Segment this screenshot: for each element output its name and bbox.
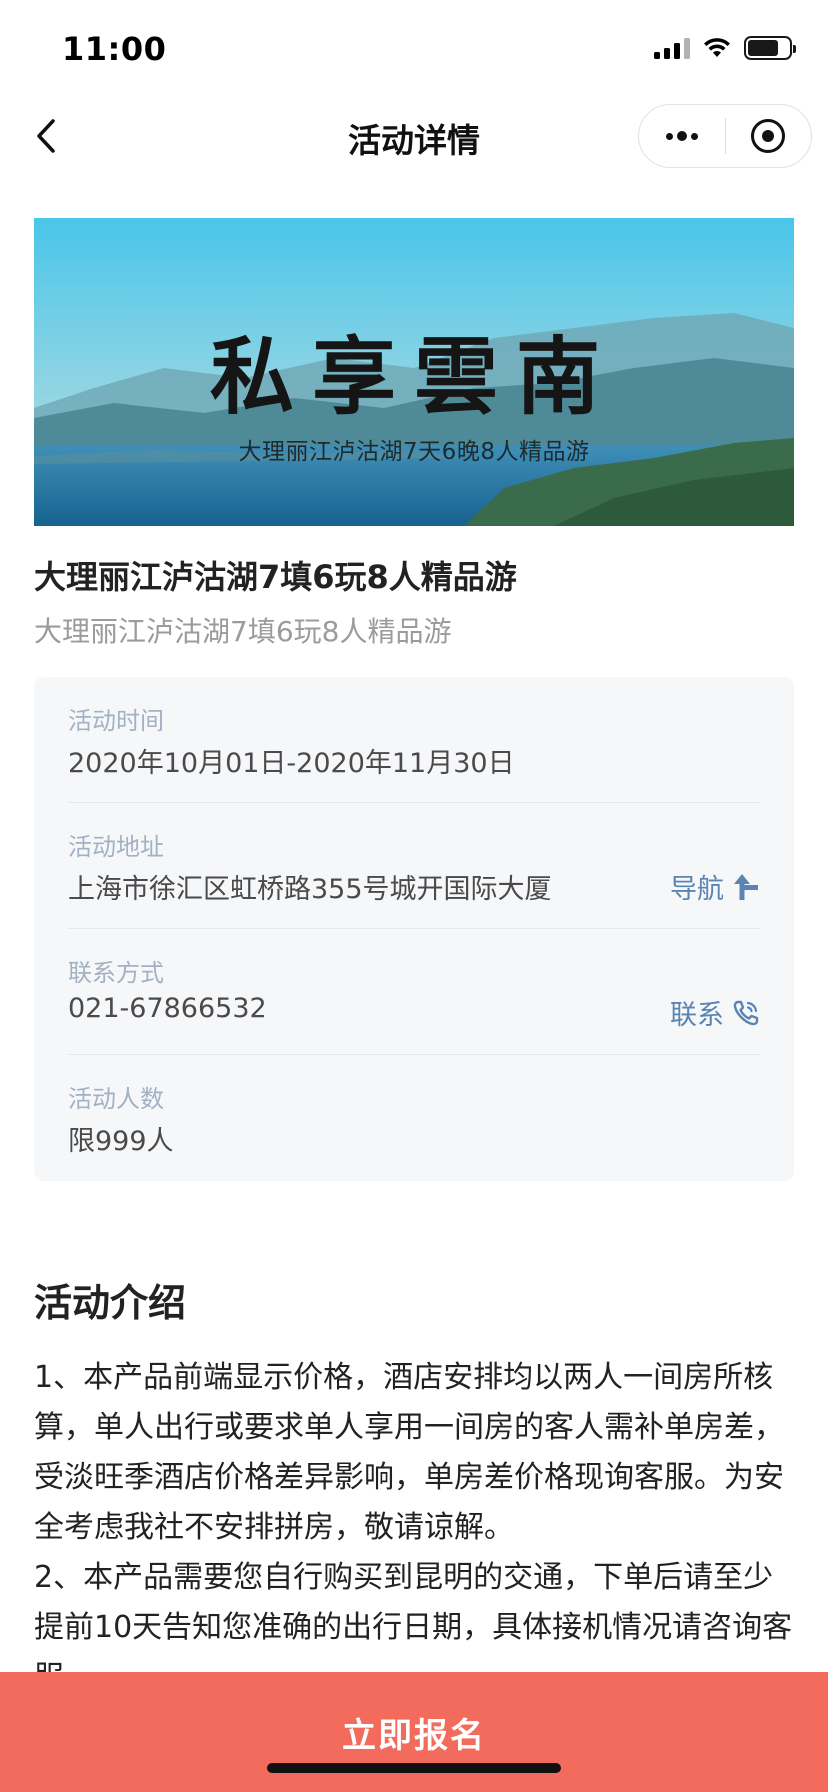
more-icon: [665, 131, 698, 141]
info-label: 联系方式: [68, 959, 164, 987]
banner-image: 私享雲南 大理丽江泸沽湖7天6晚8人精品游: [34, 218, 794, 526]
info-label: 活动时间: [68, 707, 164, 735]
info-row-time: 活动时间 2020年10月01日-2020年11月30日: [68, 677, 760, 803]
event-subtitle: 大理丽江泸沽湖7填6玩8人精品游: [34, 615, 452, 648]
event-title: 大理丽江泸沽湖7填6玩8人精品游: [34, 558, 517, 596]
target-icon: [751, 119, 786, 153]
status-bar: 11:00: [0, 0, 828, 96]
info-row-address: 活动地址 上海市徐汇区虹桥路355号城开国际大厦 导航: [68, 803, 760, 929]
register-now-label: 立即报名: [342, 1716, 486, 1756]
info-label: 活动地址: [68, 833, 164, 861]
intro-heading: 活动介绍: [34, 1281, 187, 1325]
info-row-contact: 联系方式 021-67866532 联系: [68, 929, 760, 1055]
battery-icon: [744, 36, 796, 60]
banner-title: 私享雲南: [209, 327, 618, 426]
info-card: 活动时间 2020年10月01日-2020年11月30日 活动地址 上海市徐汇区…: [34, 677, 794, 1181]
more-button[interactable]: [639, 105, 725, 167]
navigate-label: 导航: [670, 874, 724, 905]
status-icons: [654, 36, 796, 60]
phone-icon: [733, 1000, 759, 1025]
register-now-button[interactable]: 立即报名: [0, 1672, 828, 1792]
wifi-icon: [704, 38, 730, 57]
intro-paragraph: 1、本产品前端显示价格，酒店安排均以两人一间房所核算，单人出行或要求单人享用一间…: [34, 1360, 784, 1545]
contact-button[interactable]: 联系: [670, 993, 760, 1032]
cellular-signal-icon: [654, 37, 690, 59]
contact-label: 联系: [670, 1000, 724, 1031]
miniprogram-capsule: [638, 104, 812, 168]
status-time: 11:00: [62, 30, 167, 68]
event-capacity-value: 限999人: [68, 1126, 174, 1157]
event-phone-value: 021-67866532: [68, 993, 267, 1024]
banner-subtitle: 大理丽江泸沽湖7天6晚8人精品游: [238, 439, 590, 465]
navigate-button[interactable]: 导航: [670, 867, 760, 906]
intro-body: 1、本产品前端显示价格，酒店安排均以两人一间房所核算，单人出行或要求单人享用一间…: [34, 1353, 796, 1703]
nav-bar: 活动详情: [0, 96, 828, 176]
navigation-arrow-icon: [734, 873, 758, 900]
info-label: 活动人数: [68, 1085, 164, 1113]
close-miniprogram-button[interactable]: [726, 105, 812, 167]
info-row-people: 活动人数 限999人: [68, 1055, 760, 1181]
event-time-value: 2020年10月01日-2020年11月30日: [68, 748, 515, 779]
home-indicator[interactable]: [267, 1763, 561, 1773]
event-address-value: 上海市徐汇区虹桥路355号城开国际大厦: [68, 874, 552, 905]
